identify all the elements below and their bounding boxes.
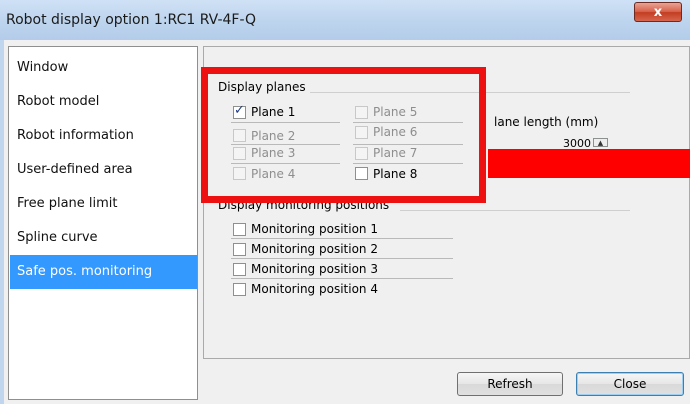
row-divider (231, 278, 453, 279)
sidebar-item-window[interactable]: Window (10, 51, 197, 85)
window-title: Robot display option 1:RC1 RV-4F-Q (6, 12, 257, 28)
row-divider (231, 258, 453, 259)
sidebar-item-user-defined-area[interactable]: User-defined area (10, 153, 197, 187)
monitoring-position-1-checkbox[interactable] (233, 223, 246, 236)
monitoring-position-4-checkbox[interactable] (233, 283, 246, 296)
monitoring-position-2-label: Monitoring position 2 (251, 242, 378, 256)
sidebar-item-robot-information[interactable]: Robot information (10, 119, 197, 153)
options-sidebar: Window Robot model Robot information Use… (8, 46, 198, 400)
plane-length-label: lane length (mm) (494, 115, 599, 129)
window-close-button[interactable]: x (634, 2, 682, 22)
highlight-bar (488, 149, 690, 178)
row-divider (231, 238, 453, 239)
spin-up-button[interactable]: ▲ (593, 138, 608, 147)
monitoring-position-2-checkbox[interactable] (233, 243, 246, 256)
close-icon: x (653, 5, 663, 20)
sidebar-item-free-plane-limit[interactable]: Free plane limit (10, 187, 197, 221)
highlight-box (201, 67, 486, 203)
refresh-button[interactable]: Refresh (457, 372, 563, 396)
sidebar-item-safe-pos-monitoring[interactable]: Safe pos. monitoring (10, 255, 197, 289)
monitoring-position-3-checkbox[interactable] (233, 263, 246, 276)
sidebar-item-robot-model[interactable]: Robot model (10, 85, 197, 119)
arrow-up-icon: ▲ (597, 139, 604, 147)
monitoring-divider (400, 210, 630, 211)
monitoring-position-4-label: Monitoring position 4 (251, 282, 378, 296)
monitoring-position-3-label: Monitoring position 3 (251, 262, 378, 276)
close-button[interactable]: Close (576, 372, 684, 396)
sidebar-item-spline-curve[interactable]: Spline curve (10, 221, 197, 255)
monitoring-position-1-label: Monitoring position 1 (251, 222, 378, 236)
